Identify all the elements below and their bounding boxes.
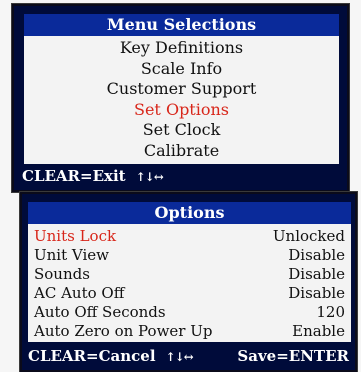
options-list: Units Lock Unlocked Unit View Disable So… xyxy=(34,227,345,341)
options-footer: CLEAR=Cancel ↑↓↔ Save=ENTER xyxy=(28,346,349,366)
menu-list: Key Definitions Scale Info Customer Supp… xyxy=(24,38,339,161)
option-row-units-lock[interactable]: Units Lock Unlocked xyxy=(34,227,345,246)
option-label: Unit View xyxy=(34,246,109,264)
option-value: 120 xyxy=(316,303,345,321)
option-row-unit-view[interactable]: Unit View Disable xyxy=(34,246,345,265)
option-value: Enable xyxy=(292,322,345,340)
option-row-auto-zero-on-power-up[interactable]: Auto Zero on Power Up Enable xyxy=(34,322,345,341)
options-screen: Options Units Lock Unlocked Unit View Di… xyxy=(20,192,357,372)
exit-hint[interactable]: CLEAR=Exit xyxy=(22,167,126,185)
menu-item-set-options[interactable]: Set Options xyxy=(24,100,339,121)
menu-title: Menu Selections xyxy=(24,14,339,36)
option-label: AC Auto Off xyxy=(34,284,125,302)
menu-footer: CLEAR=Exit ↑↓↔ xyxy=(22,166,339,186)
option-label: Sounds xyxy=(34,265,90,283)
option-value: Disable xyxy=(288,246,345,264)
menu-item-customer-support[interactable]: Customer Support xyxy=(24,79,339,100)
option-label: Units Lock xyxy=(34,227,117,245)
navigation-arrows-icon: ↑↓↔ xyxy=(165,350,194,364)
menu-item-set-clock[interactable]: Set Clock xyxy=(24,120,339,141)
option-label: Auto Zero on Power Up xyxy=(34,322,213,340)
option-value: Unlocked xyxy=(272,227,345,245)
menu-panel: Menu Selections Key Definitions Scale In… xyxy=(24,14,339,164)
options-title: Options xyxy=(28,202,351,224)
menu-screen: Menu Selections Key Definitions Scale In… xyxy=(12,4,349,192)
option-row-ac-auto-off[interactable]: AC Auto Off Disable xyxy=(34,284,345,303)
option-value: Disable xyxy=(288,265,345,283)
device-photo: Menu Selections Key Definitions Scale In… xyxy=(0,0,361,372)
menu-item-scale-info[interactable]: Scale Info xyxy=(24,59,339,80)
options-panel: Options Units Lock Unlocked Unit View Di… xyxy=(28,202,351,342)
option-row-auto-off-seconds[interactable]: Auto Off Seconds 120 xyxy=(34,303,345,322)
cancel-hint[interactable]: CLEAR=Cancel xyxy=(28,347,156,365)
option-value: Disable xyxy=(288,284,345,302)
save-hint[interactable]: Save=ENTER xyxy=(237,346,349,366)
menu-item-key-definitions[interactable]: Key Definitions xyxy=(24,38,339,59)
menu-item-calibrate[interactable]: Calibrate xyxy=(24,141,339,162)
option-label: Auto Off Seconds xyxy=(34,303,166,321)
option-row-sounds[interactable]: Sounds Disable xyxy=(34,265,345,284)
navigation-arrows-icon: ↑↓↔ xyxy=(135,170,164,184)
